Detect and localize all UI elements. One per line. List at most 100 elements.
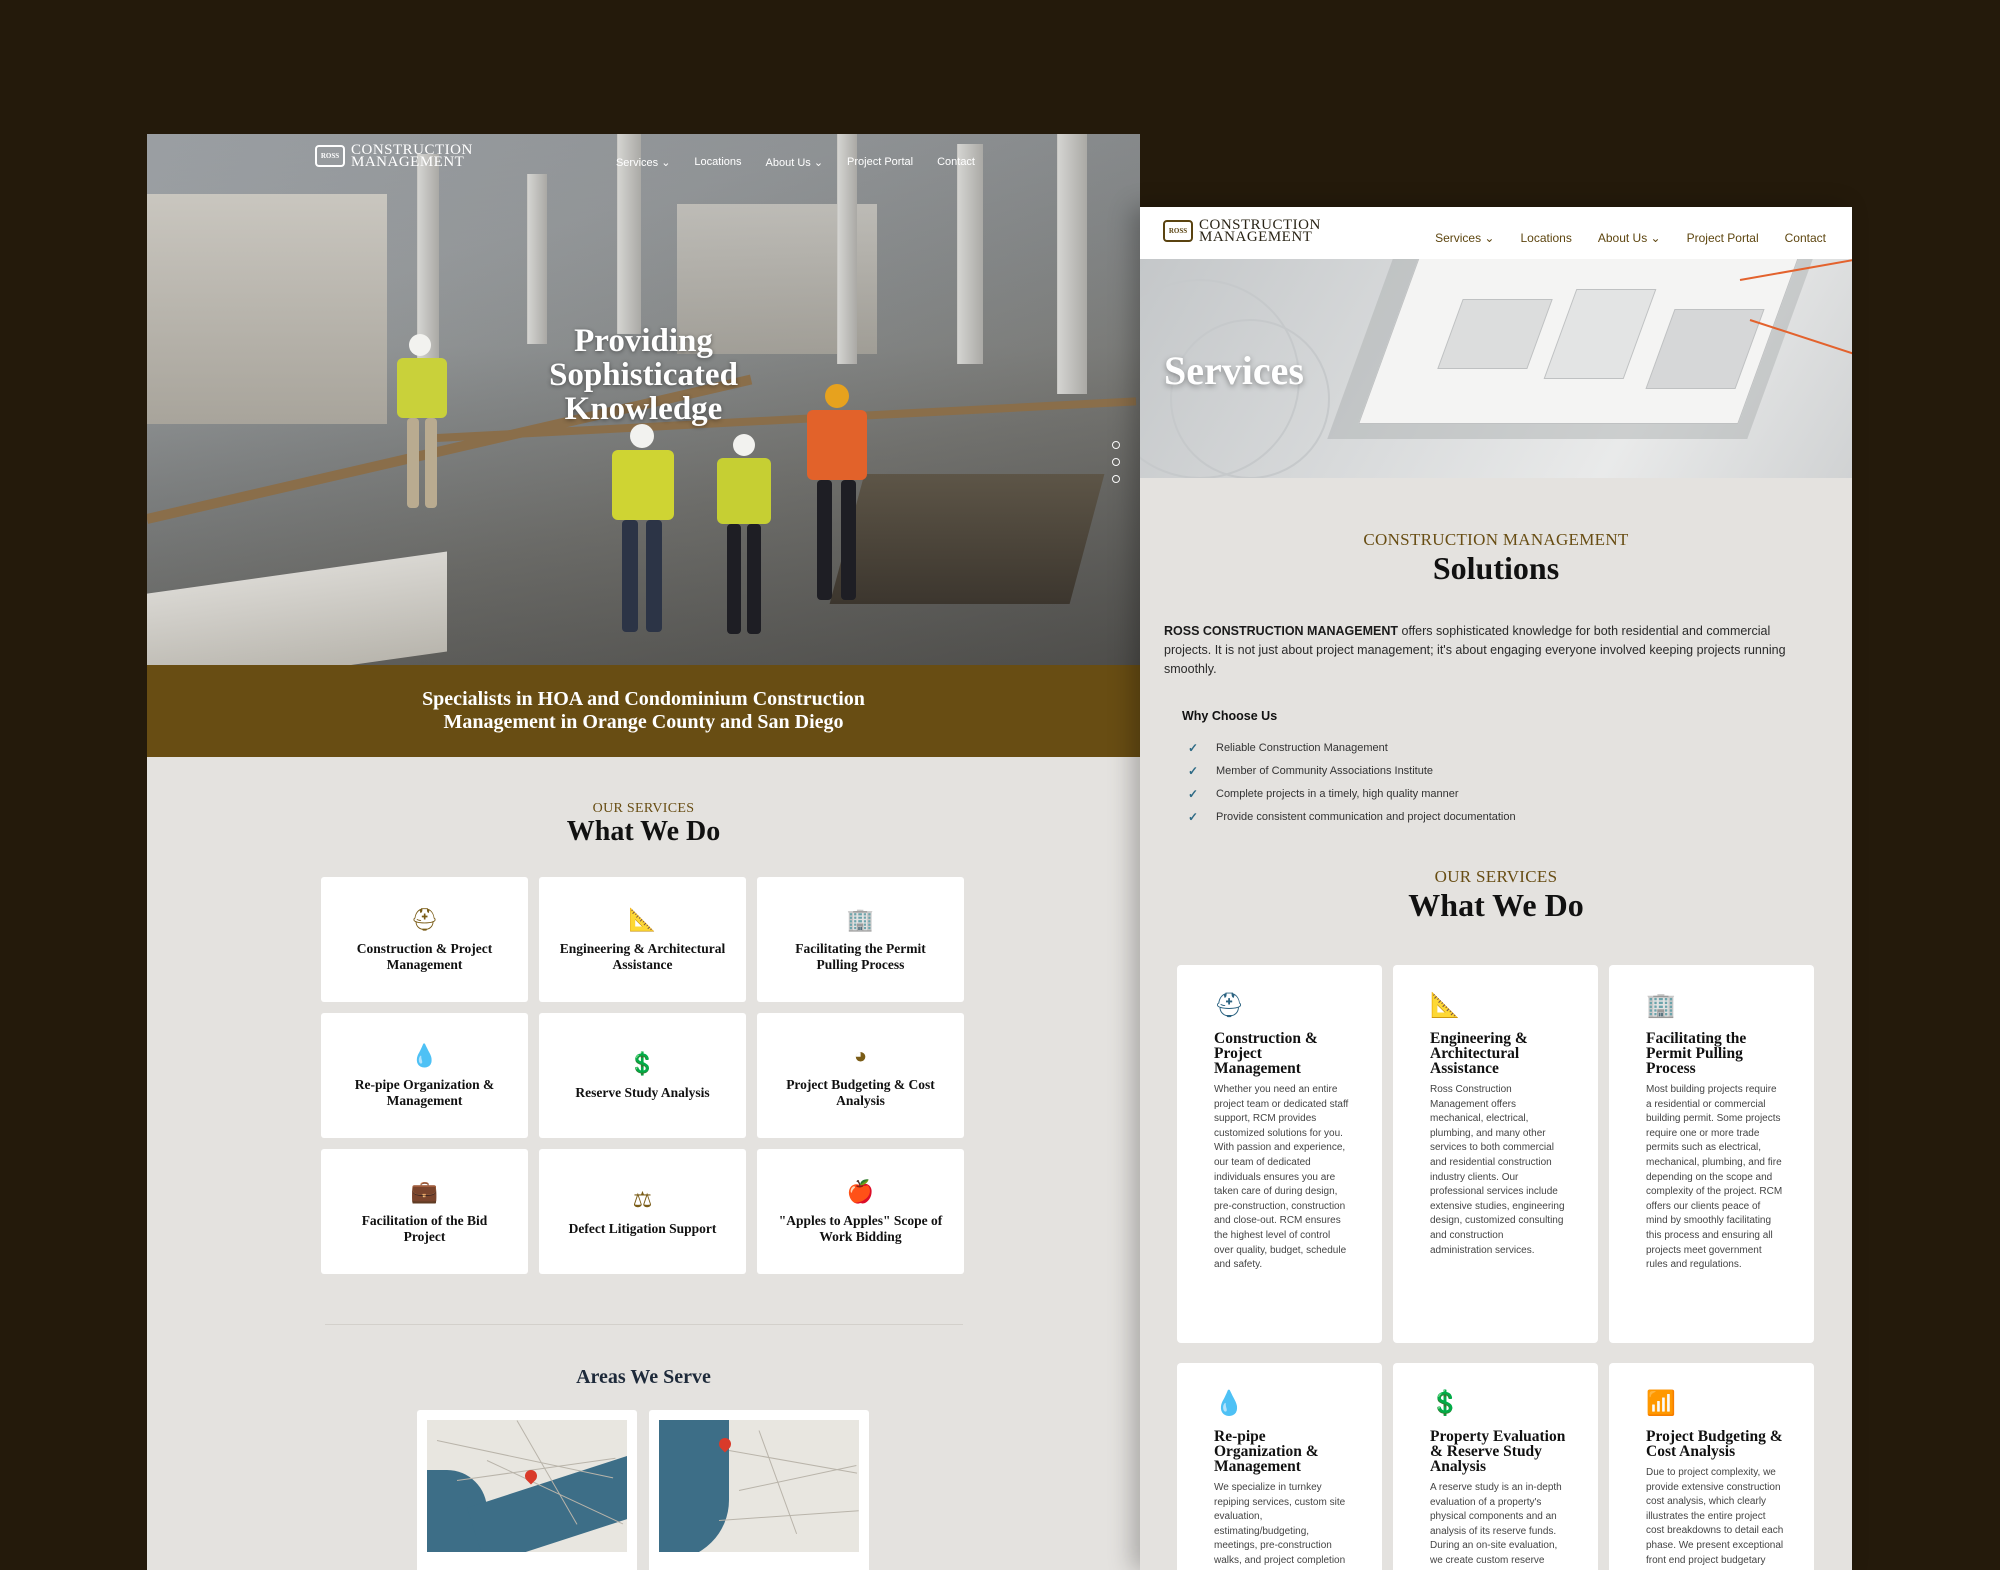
logo-line-2: MANAGEMENT [1199, 229, 1313, 245]
service-label: Project Budgeting & Cost Analysis [786, 1076, 935, 1108]
list-item: ✓ Provide consistent communication and pr… [1188, 806, 1852, 829]
map-card-san-diego[interactable] [649, 1410, 869, 1570]
why-item-text: Complete projects in a timely, high qual… [1216, 788, 1459, 800]
nav-project-portal[interactable]: Project Portal [1687, 231, 1759, 245]
check-icon: ✓ [1188, 810, 1199, 824]
service-card[interactable]: 🍎 "Apples to Apples" Scope of Work Biddin… [757, 1149, 964, 1274]
service-card[interactable]: 💲 Reserve Study Analysis [539, 1013, 746, 1138]
nav-contact[interactable]: Contact [1785, 231, 1826, 245]
hero-section: ROSS CONSTRUCTION MANAGEMENT Services ⌄ … [147, 134, 1140, 665]
nav-services[interactable]: Services ⌄ [1435, 231, 1494, 245]
home-page-mockup: ROSS CONSTRUCTION MANAGEMENT Services ⌄ … [147, 134, 1140, 1570]
hand-drop-icon: 💧 [410, 1042, 439, 1068]
map-card-orange-county[interactable] [417, 1410, 637, 1570]
service-title: Engineering & Architectural Assistance [1430, 1030, 1528, 1077]
hero-title: Providing Sophisticated Knowledge [147, 324, 1140, 426]
service-title: Construction & Project Management [1214, 1030, 1318, 1077]
page-title: Services [1164, 348, 1304, 393]
areas-title: Areas We Serve [576, 1366, 711, 1388]
building-icon: 🏢 [846, 906, 875, 932]
why-choose-title: Why Choose Us [1182, 709, 1278, 723]
logo-wordmark: CONSTRUCTION MANAGEMENT [351, 143, 473, 170]
apple-icon: 🍎 [846, 1178, 875, 1204]
lumber-pile [829, 474, 1105, 604]
service-card[interactable]: 📐 Engineering & Architectural Assistance [539, 877, 746, 1002]
service-label: Reserve Study Analysis [575, 1084, 710, 1100]
service-title: Project Budgeting & Cost Analysis [1646, 1428, 1783, 1460]
service-description: Most building projects require a residen… [1646, 1084, 1783, 1271]
service-card[interactable]: ⛑ Construction & Project Management [321, 877, 528, 1002]
list-item: ✓ Reliable Construction Management [1188, 737, 1852, 760]
intro-company-name: ROSS CONSTRUCTION MANAGEMENT [1164, 624, 1399, 638]
nav-about-us[interactable]: About Us ⌄ [766, 156, 824, 169]
solutions-eyebrow: CONSTRUCTION MANAGEMENT [1363, 530, 1629, 549]
service-card[interactable]: 🏢 Facilitating the Permit Pulling Process [757, 877, 964, 1002]
service-label: Facilitating the Permit Pulling Process [795, 940, 926, 972]
concrete-pillar [527, 174, 547, 344]
pie-chart-icon: ◕ [853, 1042, 868, 1068]
slider-dots [1112, 441, 1120, 483]
hand-drop-icon: 💧 [1214, 1390, 1244, 1417]
building-icon: 🏢 [1646, 992, 1676, 1019]
service-description: Due to project complexity, we provide ex… [1646, 1467, 1784, 1566]
services-grid: ⛑ Construction & Project Management 📐 Engi… [321, 877, 966, 1274]
why-item-text: Member of Community Associations Institu… [1216, 765, 1434, 777]
section-divider [325, 1324, 963, 1325]
check-icon: ✓ [1188, 787, 1199, 801]
slider-dot[interactable] [1112, 475, 1120, 483]
services-title: What We Do [1408, 887, 1584, 923]
why-item-text: Provide consistent communication and pro… [1216, 811, 1516, 823]
service-description: Whether you need an entire project team … [1214, 1084, 1349, 1271]
service-card[interactable]: 💼 Facilitation of the Bid Project [321, 1149, 528, 1274]
service-card[interactable]: 💧 Re-pipe Organization & Management [321, 1013, 528, 1138]
solutions-title: Solutions [1432, 550, 1560, 586]
nav-about-us[interactable]: About Us ⌄ [1598, 231, 1661, 245]
service-card[interactable]: 💲 Property Evaluation & Reserve Study An… [1393, 1363, 1598, 1570]
blueprint-roll [1170, 319, 1330, 478]
check-icon: ✓ [1188, 764, 1199, 778]
service-label: Defect Litigation Support [568, 1220, 717, 1236]
service-title: Property Evaluation & Reserve Study Anal… [1430, 1428, 1566, 1475]
service-label: Construction & Project Management [356, 940, 493, 972]
service-card[interactable]: 📶 Project Budgeting & Cost Analysis Due … [1609, 1363, 1814, 1570]
service-title: Re-pipe Organization & Management [1214, 1428, 1319, 1475]
slider-dot[interactable] [1112, 441, 1120, 449]
main-nav: Services ⌄ Locations About Us ⌄ Project … [1435, 231, 1826, 245]
main-nav: Services ⌄ Locations About Us ⌄ Project … [616, 156, 975, 169]
why-choose-list: ✓ Reliable Construction Management ✓ Membe… [1188, 737, 1852, 829]
nav-locations[interactable]: Locations [694, 156, 741, 169]
nav-project-portal[interactable]: Project Portal [847, 156, 913, 169]
service-card[interactable]: 💧 Re-pipe Organization & Management We s… [1177, 1363, 1382, 1570]
services-eyebrow: OUR SERVICES [1434, 867, 1558, 886]
service-description: A reserve study is an in-depth evaluatio… [1430, 1482, 1562, 1570]
service-label: Facilitation of the Bid Project [361, 1212, 488, 1244]
map-orange-county[interactable] [427, 1420, 627, 1552]
service-card[interactable]: ◕ Project Budgeting & Cost Analysis [757, 1013, 964, 1138]
solutions-heading: CONSTRUCTION MANAGEMENT Solutions [1140, 530, 1852, 586]
scales-icon: ⚖ [632, 1186, 653, 1212]
map-san-diego[interactable] [659, 1420, 859, 1552]
tagline-text: Specialists in HOA and Condominium Const… [422, 688, 865, 733]
nav-contact[interactable]: Contact [937, 156, 975, 169]
check-icon: ✓ [1188, 741, 1199, 755]
logo-badge: ROSS [1163, 220, 1193, 242]
nav-services[interactable]: Services ⌄ [616, 156, 670, 169]
services-heading: OUR SERVICES What We Do [147, 801, 1140, 847]
tagline-band: Specialists in HOA and Condominium Const… [147, 665, 1140, 757]
services-heading: OUR SERVICES What We Do [1140, 867, 1852, 923]
logo-badge: ROSS [315, 145, 345, 167]
service-card[interactable]: ⚖ Defect Litigation Support [539, 1149, 746, 1274]
nav-locations[interactable]: Locations [1520, 231, 1571, 245]
service-card[interactable]: ⛑ Construction & Project Management Whet… [1177, 965, 1382, 1343]
service-card[interactable]: 📐 Engineering & Architectural Assistance… [1393, 965, 1598, 1343]
signal-bars-icon: 📶 [1646, 1390, 1676, 1417]
dollar-icon: 💲 [1430, 1390, 1460, 1417]
plank-pile [147, 551, 447, 665]
slider-dot[interactable] [1112, 458, 1120, 466]
compass-icon: 📐 [628, 906, 657, 932]
site-logo[interactable]: ROSS CONSTRUCTION MANAGEMENT [1163, 218, 1321, 245]
site-logo[interactable]: ROSS CONSTRUCTION MANAGEMENT [315, 143, 473, 170]
hard-hat-icon: ⛑ [1214, 992, 1245, 1019]
service-card[interactable]: 🏢 Facilitating the Permit Pulling Proces… [1609, 965, 1814, 1343]
logo-line-2: MANAGEMENT [351, 154, 465, 170]
